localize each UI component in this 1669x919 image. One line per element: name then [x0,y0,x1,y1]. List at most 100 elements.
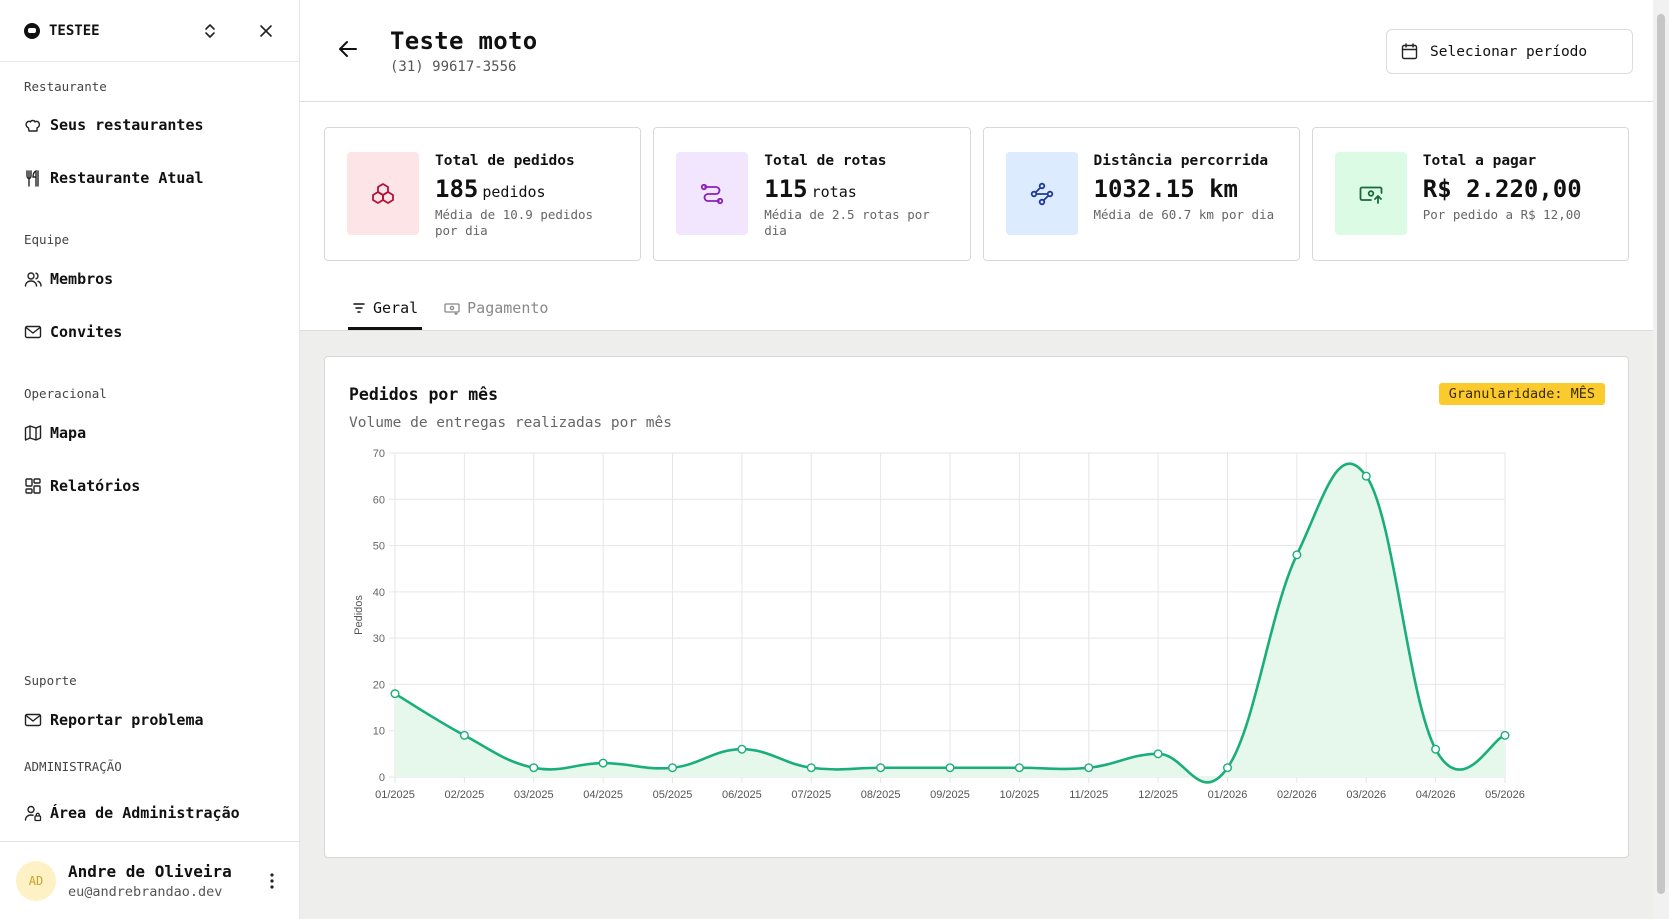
route-icon [701,183,724,204]
main-content: Teste moto (31) 99617-3556 Selecionar pe… [300,0,1653,919]
data-point [668,763,678,773]
sidebar-item-label: Área de Administração [50,804,240,822]
boxes-icon [372,182,394,204]
chevron-up-down-icon[interactable] [199,20,221,42]
stat-icon-bg [1005,152,1078,235]
data-point [1153,749,1163,759]
stat-note: Média de 2.5 rotas por dia [764,207,930,238]
sidebar-item-area-administracao[interactable]: Área de Administração [24,801,240,825]
chart-subtitle: Volume de entregas realizadas por mês [349,415,673,431]
mail-icon [24,325,42,339]
tabs: Geral Pagamento [348,293,570,330]
sidebar-item-reportar-problema[interactable]: Reportar problema [24,708,204,732]
y-tick-label: 40 [373,587,385,599]
stat-label: Total de pedidos [435,153,575,169]
list-filter-icon [353,303,365,313]
page-scrollbar[interactable] [1653,0,1669,919]
mail-icon [24,713,42,727]
x-tick-label: 01/2025 [375,789,415,801]
stat-value: R$ 2.220,00 [1422,175,1582,203]
tab-geral[interactable]: Geral [348,293,423,330]
sidebar-item-label: Relatórios [50,477,141,495]
stat-label: Total a pagar [1422,153,1537,169]
stat-card-total-pagar: Total a pagar R$ 2.220,00 Por pedido a R… [1311,127,1629,261]
chef-hat-icon [25,119,41,132]
sidebar-item-label: Restaurante Atual [50,169,204,187]
page-title: Teste moto [390,27,538,55]
sidebar-item-convites[interactable]: Convites [24,320,122,344]
sidebar-item-membros[interactable]: Membros [24,267,113,291]
banknote-icon [444,303,460,315]
waypoints-icon [1030,182,1053,205]
x-tick-label: 04/2025 [583,789,623,801]
stat-card-total-rotas: Total de rotas 115 rotas Média de 2.5 rot… [653,127,971,261]
x-tick-label: 04/2026 [1416,789,1456,801]
y-axis-label: Pedidos [353,595,365,635]
y-tick-label: 10 [373,726,385,738]
data-point [806,763,816,773]
x-tick-label: 05/2026 [1485,789,1525,801]
user-menu[interactable]: AD Andre de Oliveira eu@andrebrandao.dev [0,841,300,919]
data-point [390,689,400,699]
user-email: eu@andrebrandao.dev [68,883,223,900]
avatar: AD [16,860,56,901]
close-icon[interactable] [255,20,277,42]
stat-unit: rotas [811,183,857,201]
granularity-badge: Granularidade: MÊS [1438,383,1605,405]
users-icon [24,272,42,287]
data-point [1431,744,1441,754]
sidebar-item-restaurante-atual[interactable]: Restaurante Atual [24,166,204,190]
sidebar-item-seus-restaurantes[interactable]: Seus restaurantes [24,113,204,137]
x-tick-label: 06/2025 [722,789,762,801]
x-tick-label: 10/2025 [999,789,1039,801]
stat-card-total-pedidos: Total de pedidos 185 pedidos Média de 10.… [324,127,642,261]
data-point [1292,550,1302,560]
select-period-button[interactable]: Selecionar período [1386,29,1633,74]
data-point [1223,763,1233,773]
x-tick-label: 02/2025 [444,789,484,801]
banknote-arrow-up-icon [1359,186,1383,204]
x-tick-label: 03/2026 [1346,789,1386,801]
y-tick-label: 0 [379,772,385,784]
stat-note: Média de 10.9 pedidos por dia [435,207,594,238]
x-tick-label: 03/2025 [514,789,554,801]
more-vertical-icon[interactable] [260,866,284,896]
x-tick-label: 05/2025 [653,789,693,801]
orders-per-month-chart: 0 10 20 30 40 50 60 70 01/2025 02/2025 03/2025 04/2… [353,448,1525,801]
sidebar: TESTEE Restaurante Seus restaurantes Res… [0,0,300,919]
back-arrow-icon[interactable] [338,40,358,62]
section-equipe: Equipe [24,232,70,247]
chart-title: Pedidos por mês [349,385,499,404]
stat-value: 1032.15 km [1093,175,1239,203]
y-tick-label: 30 [373,633,385,645]
data-point [529,763,539,773]
sidebar-item-label: Membros [50,270,114,288]
x-tick-label: 02/2026 [1277,789,1317,801]
tab-label: Pagamento [467,299,549,317]
calendar-icon [1401,43,1418,60]
data-point [1361,471,1371,481]
sidebar-item-relatorios[interactable]: Relatórios [24,474,140,498]
y-tick-label: 60 [373,494,385,506]
sidebar-item-label: Mapa [50,424,87,442]
tab-pagamento[interactable]: Pagamento [440,293,552,330]
x-tick-label: 07/2025 [791,789,831,801]
user-lock-icon [24,805,42,822]
select-period-label: Selecionar período [1430,43,1588,60]
stat-value: 115 [764,175,808,203]
x-tick-label: 08/2025 [861,789,901,801]
stats-cards: Total de pedidos 185 pedidos Média de 10.… [324,127,1629,261]
scrollbar-thumb[interactable] [1657,14,1665,894]
sidebar-item-mapa[interactable]: Mapa [24,421,86,445]
stat-unit: pedidos [482,183,546,201]
sidebar-item-label: Seus restaurantes [50,116,204,134]
page-subtitle-phone: (31) 99617-3556 [390,59,517,75]
tab-content-area: 0 10 20 30 40 50 60 70 01/2025 02/2025 03/2025 04/2… [300,330,1653,919]
x-tick-label: 11/2025 [1069,789,1108,801]
section-operacional: Operacional [24,386,107,401]
stat-icon-bg [676,152,749,235]
stat-icon-bg [1334,152,1407,235]
org-name: TESTEE [49,22,100,39]
tab-label: Geral [373,299,419,317]
stat-card-distancia: Distância percorrida 1032.15 km Média de… [982,127,1300,261]
